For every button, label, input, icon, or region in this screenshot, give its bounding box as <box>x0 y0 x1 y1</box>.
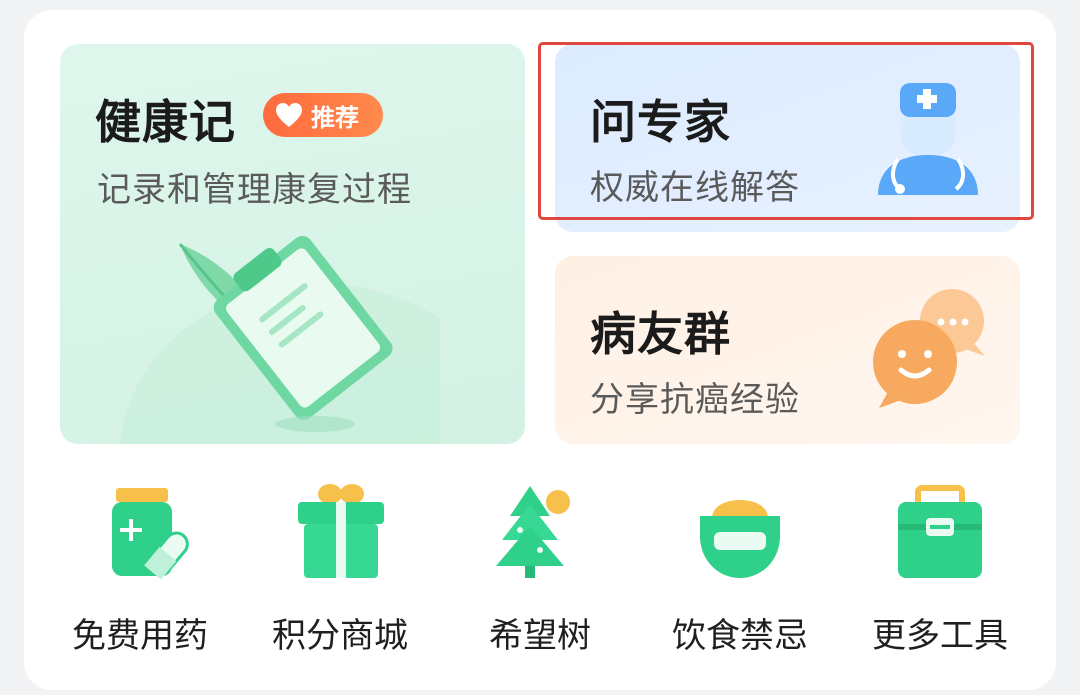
ask-expert-title: 问专家 <box>590 95 731 149</box>
tree-icon <box>496 486 570 578</box>
patient-group-subtitle: 分享抗癌经验 <box>590 380 800 420</box>
tool-hope-tree[interactable]: 希望树 <box>440 480 640 670</box>
tool-diet-taboo[interactable]: 饮食禁忌 <box>640 480 840 670</box>
clipboard-feather-icon <box>120 235 440 444</box>
medicine-bottle-icon <box>112 488 189 580</box>
recommend-badge-label: 推荐 <box>311 103 359 132</box>
food-bowl-icon <box>700 500 780 578</box>
health-record-title: 健康记 <box>95 95 236 149</box>
recommend-badge: 推荐 <box>263 93 383 137</box>
health-record-subtitle: 记录和管理康复过程 <box>97 170 412 210</box>
chat-bubbles-icon <box>873 289 985 408</box>
tool-label: 更多工具 <box>872 616 1008 656</box>
toolbox-icon <box>898 485 982 578</box>
tool-label: 积分商城 <box>272 616 408 656</box>
tool-more-tools[interactable]: 更多工具 <box>840 480 1040 670</box>
heart-icon <box>276 103 302 127</box>
ask-expert-subtitle: 权威在线解答 <box>590 168 800 208</box>
patient-group-title: 病友群 <box>590 307 731 361</box>
gift-box-icon <box>298 484 384 578</box>
tool-free-medicine[interactable]: 免费用药 <box>40 480 240 670</box>
tool-label: 饮食禁忌 <box>672 616 808 656</box>
tool-points-mall[interactable]: 积分商城 <box>240 480 440 670</box>
doctor-icon <box>878 83 978 195</box>
tool-label: 希望树 <box>489 616 591 656</box>
tool-label: 免费用药 <box>72 616 208 656</box>
